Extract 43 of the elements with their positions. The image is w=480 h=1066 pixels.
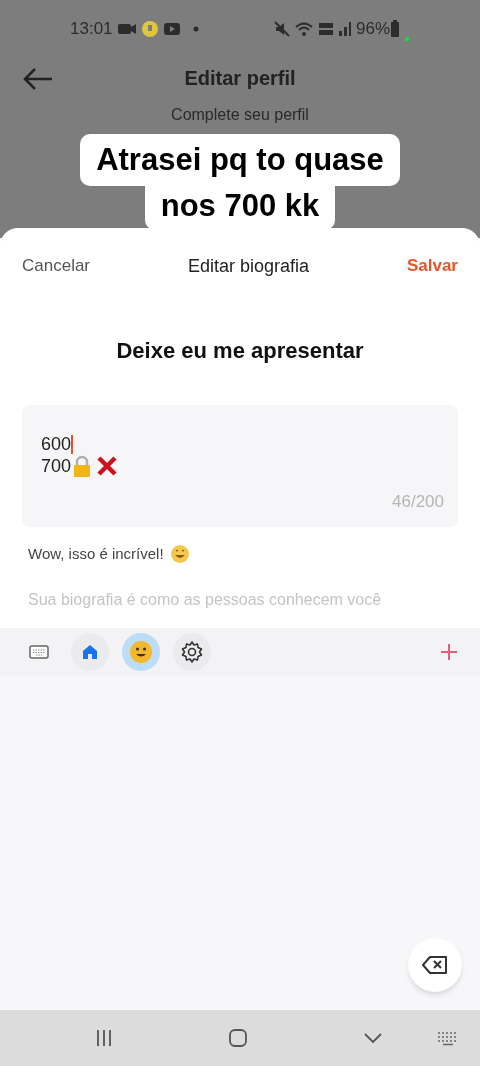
wifi-icon [293, 21, 314, 37]
signal-icon [337, 21, 352, 37]
mute-icon [273, 21, 290, 37]
settings-icon [180, 640, 204, 664]
bio-line-text: 700 [41, 454, 72, 478]
home-tab[interactable] [71, 633, 109, 671]
backspace-icon [422, 955, 448, 975]
back-arrow-icon [22, 67, 54, 91]
bio-line-text: 600 [41, 432, 72, 456]
cancel-button[interactable]: Cancelar [22, 253, 91, 279]
video-icon [162, 22, 181, 36]
camera-indicator-icon [404, 36, 410, 42]
character-counter: 46/200 [392, 490, 444, 513]
backspace-button[interactable] [408, 938, 462, 992]
home-nav-icon [228, 1028, 248, 1048]
battery-level: 96% [355, 18, 390, 41]
video-caption: nos 700 kk [144, 184, 336, 230]
camera-icon [116, 22, 137, 36]
smiley-tab[interactable] [122, 633, 160, 671]
notification-icon [140, 20, 159, 38]
hint-text: Sua biografia é como as pessoas conhecem você [28, 589, 383, 610]
sheet-title: Editar biografia [187, 254, 310, 278]
recent-apps-icon [94, 1029, 114, 1047]
status-time: 13:01 [70, 18, 113, 41]
add-button[interactable] [438, 641, 460, 663]
plus-icon [440, 643, 458, 661]
home-icon [81, 643, 99, 661]
smiley-icon [129, 640, 153, 664]
grinning-face-icon [169, 544, 190, 565]
suggestion-text: Wow, isso é incrível! [28, 544, 164, 564]
keyboard-icon [28, 643, 50, 661]
bio-field[interactable]: 600 700 46/200 [22, 405, 458, 527]
sheet-heading: Deixe eu me apresentar [115, 337, 365, 365]
page-title: Editar perfil [184, 66, 296, 91]
lte-icon [317, 21, 334, 37]
chevron-down-icon [363, 1032, 383, 1044]
battery-icon [390, 20, 400, 38]
settings-tab[interactable] [173, 633, 211, 671]
save-button[interactable]: Salvar [406, 253, 458, 279]
subtitle: Complete seu perfil [171, 106, 309, 124]
cross-mark-icon [95, 455, 120, 477]
video-caption: Atrasei pq to quase [80, 134, 400, 186]
dot-icon [192, 26, 199, 32]
